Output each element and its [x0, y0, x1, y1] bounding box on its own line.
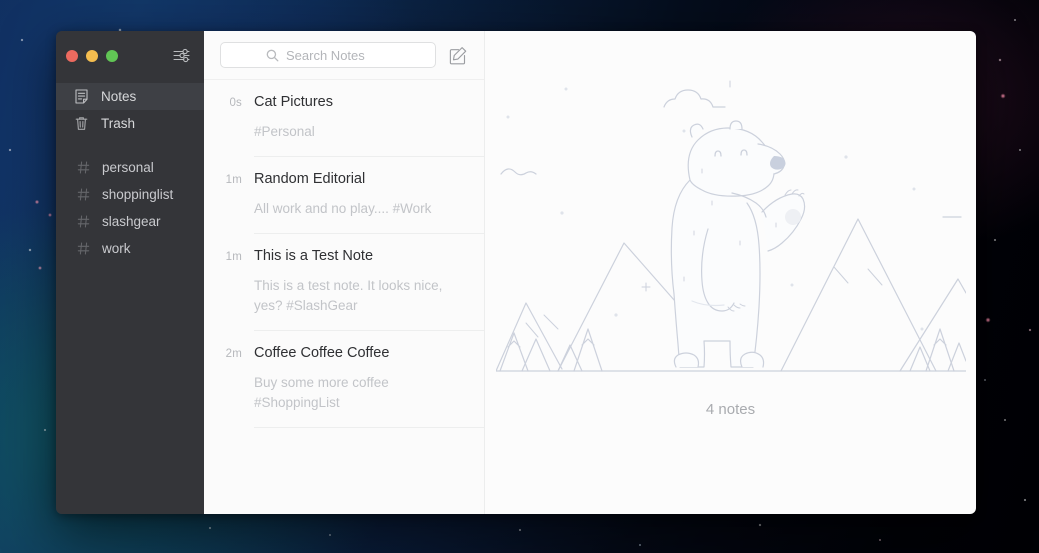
sidebar-tag-label: personal [102, 160, 154, 175]
note-title: This is a Test Note [254, 247, 374, 264]
note-list-item[interactable]: 1m Random Editorial All work and no play… [204, 157, 484, 234]
hash-icon [76, 241, 91, 256]
note-preview: Buy some more coffee #ShoppingList [254, 374, 389, 410]
sidebar-tag-work[interactable]: work [56, 235, 204, 262]
hash-icon [76, 187, 91, 202]
note-content: Cat Pictures #Personal [254, 94, 484, 157]
desktop-wallpaper: Notes Trash personal shoppinglist slashg… [0, 0, 1039, 553]
trash-icon [74, 116, 89, 131]
sidebar-item-label: Notes [101, 89, 137, 104]
maximize-button[interactable] [106, 49, 118, 62]
sidebar-primary-nav: Notes Trash [56, 80, 204, 137]
waving-polar-bear-mountains-illustration [495, 71, 966, 391]
notes-count-label: 4 notes [705, 401, 756, 418]
traffic-lights [66, 49, 118, 62]
close-button[interactable] [66, 49, 78, 62]
sidebar: Notes Trash personal shoppinglist slashg… [56, 31, 204, 514]
note-list-scroll[interactable]: 0s Cat Pictures #Personal 1m Random Edit… [204, 80, 484, 514]
note-content: Random Editorial All work and no play...… [254, 171, 484, 234]
sidebar-tag-slashgear[interactable]: slashgear [56, 208, 204, 235]
note-title: Coffee Coffee Coffee [254, 345, 390, 362]
note-list-item[interactable]: 2m Coffee Coffee Coffee Buy some more co… [204, 331, 484, 429]
note-preview: This is a test note. It looks nice, yes?… [254, 277, 443, 313]
note-content: This is a Test Note This is a test note.… [254, 247, 484, 332]
note-timestamp: 0s [229, 97, 242, 109]
sidebar-tag-label: work [102, 241, 131, 256]
search-icon [266, 49, 279, 61]
note-preview: #Personal [254, 123, 315, 139]
note-title: Cat Pictures [254, 94, 333, 110]
note-timestamp: 1m [225, 173, 242, 186]
note-title: Random Editorial [254, 170, 366, 187]
note-list-panel: 0s Cat Pictures #Personal 1m Random Edit… [204, 31, 485, 514]
search-input[interactable] [286, 47, 390, 63]
sidebar-divider-gap [56, 137, 204, 151]
sidebar-item-notes[interactable]: Notes [56, 83, 204, 110]
note-document-icon [74, 89, 89, 104]
note-preview: All work and no play.... #Work [254, 200, 432, 216]
note-timestamp: 1m [225, 250, 242, 263]
sliders-icon[interactable] [170, 45, 192, 67]
sidebar-tag-personal[interactable]: personal [56, 154, 204, 181]
note-content: Coffee Coffee Coffee Buy some more coffe… [254, 345, 484, 429]
minimize-button[interactable] [86, 49, 98, 62]
note-timestamp: 2m [225, 348, 242, 361]
sidebar-item-label: Trash [101, 116, 136, 131]
sidebar-tag-label: shoppinglist [102, 187, 174, 202]
note-detail-pane: 4 notes [485, 31, 976, 514]
search-field[interactable] [220, 42, 436, 68]
window-titlebar [56, 31, 204, 80]
hash-icon [76, 214, 91, 229]
notes-app-window: Notes Trash personal shoppinglist slashg… [56, 31, 976, 514]
sidebar-tag-label: slashgear [102, 214, 161, 229]
sidebar-tag-shoppinglist[interactable]: shoppinglist [56, 181, 204, 208]
note-list-item[interactable]: 1m This is a Test Note This is a test no… [204, 234, 484, 332]
compose-pencil-icon[interactable] [446, 43, 470, 67]
sidebar-tag-list: personal shoppinglist slashgear work [56, 151, 204, 262]
note-list-item[interactable]: 0s Cat Pictures #Personal [204, 80, 484, 157]
note-list-toolbar [204, 31, 484, 80]
sidebar-item-trash[interactable]: Trash [56, 110, 204, 137]
hash-icon [76, 160, 91, 175]
